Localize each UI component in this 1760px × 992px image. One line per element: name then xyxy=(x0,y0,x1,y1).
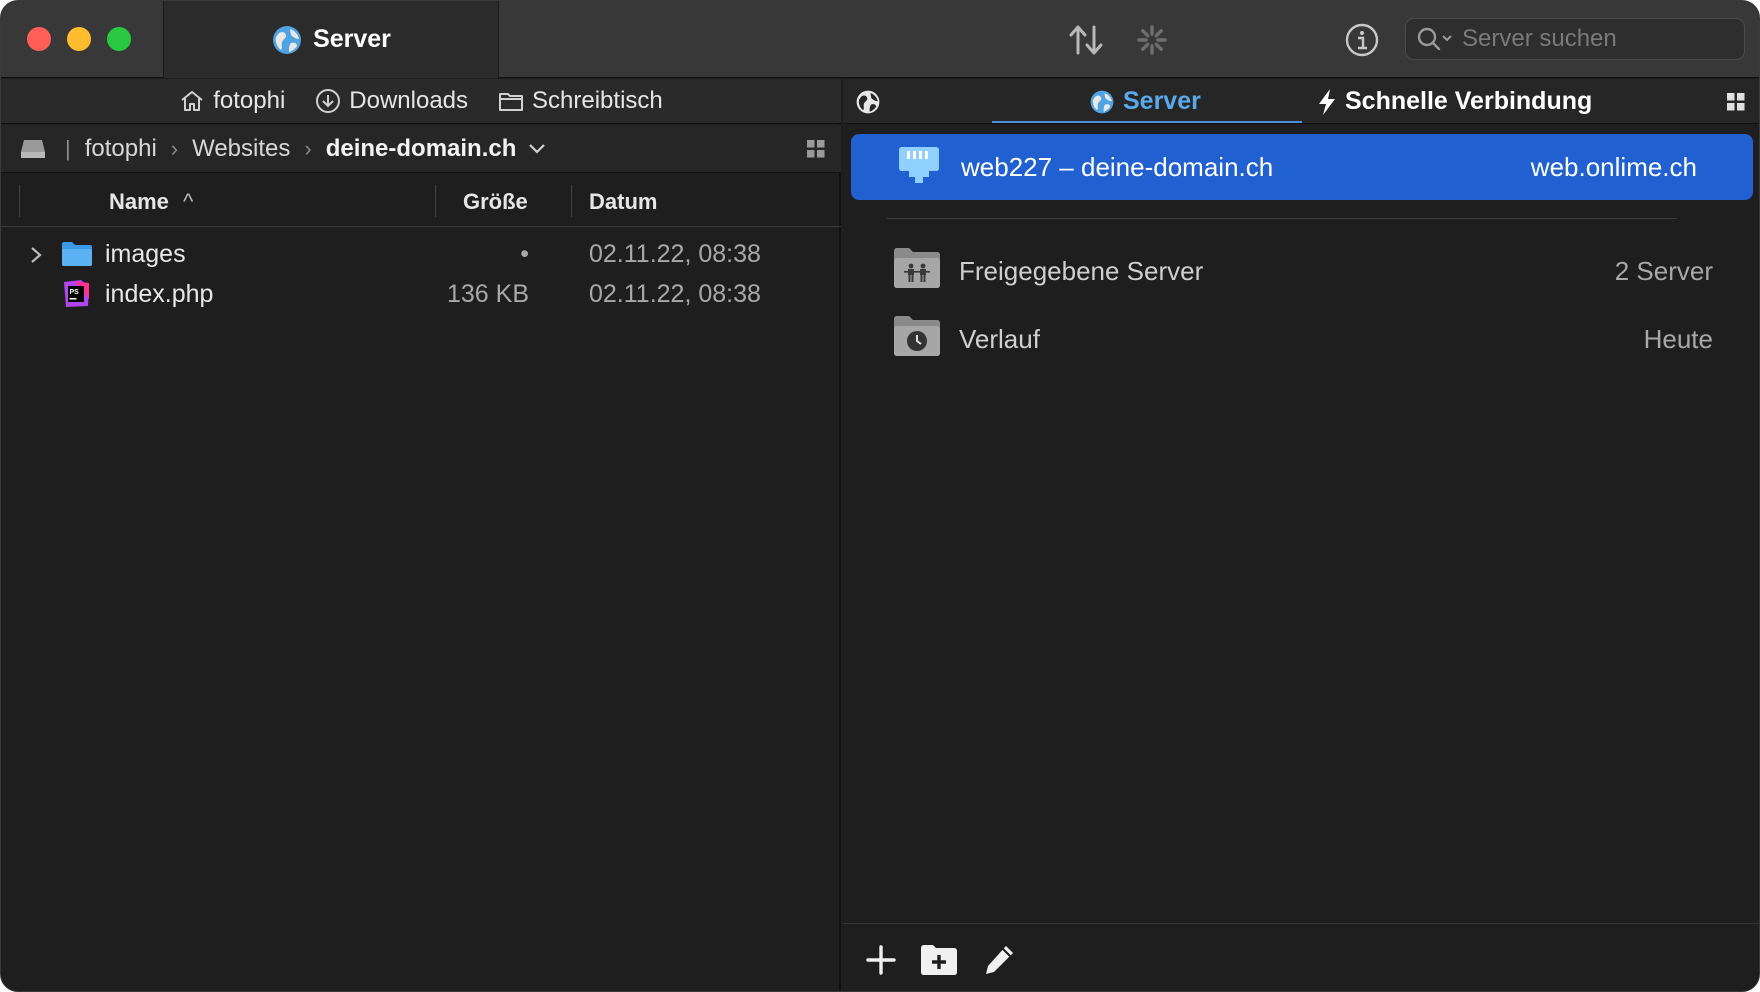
chevron-down-icon[interactable] xyxy=(526,142,548,156)
svg-text:PS: PS xyxy=(70,289,80,296)
shared-folder-icon xyxy=(894,248,940,288)
file-name: images xyxy=(105,240,186,268)
server-item-web227[interactable]: web227 – deine-domain.ch web.onlime.ch xyxy=(851,134,1753,200)
file-date: 02.11.22, 08:38 xyxy=(589,280,761,308)
server-search-field[interactable] xyxy=(1405,18,1745,60)
favorite-schreibtisch[interactable]: Schreibtisch xyxy=(498,87,663,115)
new-folder-icon xyxy=(921,945,957,975)
window-tab-server[interactable]: Server xyxy=(163,1,499,78)
local-browser-pane: fotophi Downloads Schreibtisch | fotophi… xyxy=(1,79,841,991)
info-icon[interactable] xyxy=(1341,19,1383,61)
favorite-label: fotophi xyxy=(213,87,286,114)
search-icon xyxy=(1417,27,1452,51)
globe-icon xyxy=(1090,90,1114,113)
add-server-button[interactable] xyxy=(861,940,901,980)
title-bar: Server xyxy=(1,1,1759,78)
column-divider[interactable] xyxy=(571,185,572,217)
tab-label: Schnelle Verbindung xyxy=(1345,87,1593,115)
phpstorm-file-icon: PS xyxy=(64,280,89,307)
file-row-index-php[interactable]: PS index.php 136 KB 02.11.22, 08:38 xyxy=(1,274,841,314)
grid-view-icon[interactable] xyxy=(807,140,825,158)
disclosure-triangle-icon[interactable] xyxy=(29,246,43,264)
favorite-downloads[interactable]: Downloads xyxy=(315,87,468,115)
sort-ascending-icon: ^ xyxy=(183,189,194,214)
column-name-header[interactable]: Name ^ xyxy=(109,189,193,215)
favorite-label: Schreibtisch xyxy=(532,87,663,114)
close-window-button[interactable] xyxy=(27,27,51,51)
minimize-window-button[interactable] xyxy=(67,27,91,51)
breadcrumb-current[interactable]: deine-domain.ch xyxy=(326,135,517,163)
column-size-header[interactable]: Größe xyxy=(463,189,528,215)
file-size: • xyxy=(520,240,529,268)
tab-server[interactable]: Server xyxy=(1089,79,1201,124)
add-folder-button[interactable] xyxy=(919,940,959,980)
server-host: web.onlime.ch xyxy=(1530,152,1697,182)
grid-view-icon[interactable] xyxy=(1727,93,1745,111)
disk-icon[interactable] xyxy=(19,137,47,161)
breadcrumb: | fotophi › Websites › deine-domain.ch xyxy=(1,125,841,173)
chevron-right-icon: › xyxy=(170,135,179,161)
window-title: Server xyxy=(313,25,391,53)
tab-label: Server xyxy=(1123,87,1201,115)
favorites-bar: fotophi Downloads Schreibtisch xyxy=(1,79,841,124)
group-label: Freigegebene Server xyxy=(959,256,1204,286)
activity-spinner-icon xyxy=(1131,19,1173,61)
favorite-fotophi[interactable]: fotophi xyxy=(179,87,285,115)
history-folder-icon xyxy=(894,316,940,356)
group-count: Heute xyxy=(1643,324,1713,354)
file-size: 136 KB xyxy=(446,280,529,308)
group-label: Verlauf xyxy=(959,324,1040,354)
group-shared-servers[interactable]: Freigegebene Server 2 Server xyxy=(893,243,1713,299)
home-icon xyxy=(181,91,203,111)
plus-icon xyxy=(866,945,896,975)
folder-icon xyxy=(499,93,524,111)
active-tab-indicator xyxy=(992,121,1302,123)
zoom-window-button[interactable] xyxy=(107,27,131,51)
folder-icon xyxy=(62,242,92,266)
server-label: web227 – deine-domain.ch xyxy=(961,152,1274,182)
breadcrumb-item[interactable]: Websites xyxy=(192,135,290,163)
server-actions-bar xyxy=(843,923,1759,991)
server-tabs-bar: Server Schnelle Verbindung xyxy=(843,79,1759,124)
server-pane: Server Schnelle Verbindung web227 – dein… xyxy=(843,79,1759,991)
column-date-header[interactable]: Datum xyxy=(589,189,657,215)
breadcrumb-item[interactable]: fotophi xyxy=(85,135,157,163)
search-input[interactable] xyxy=(1462,25,1722,53)
download-icon xyxy=(316,89,341,113)
edit-server-button[interactable] xyxy=(979,940,1019,980)
file-name: index.php xyxy=(105,280,214,308)
tab-quick-connect[interactable]: Schnelle Verbindung xyxy=(1317,79,1592,124)
chevron-right-icon: › xyxy=(304,135,312,161)
column-divider[interactable] xyxy=(435,185,436,217)
list-divider xyxy=(887,218,1677,219)
breadcrumb-divider: | xyxy=(65,135,71,161)
file-row-images[interactable]: images • 02.11.22, 08:38 xyxy=(1,234,841,274)
globe-icon[interactable] xyxy=(855,89,881,115)
globe-icon xyxy=(273,25,302,54)
column-divider xyxy=(19,185,20,217)
group-history[interactable]: Verlauf Heute xyxy=(893,311,1713,367)
app-window: Server Server suchen fotophi Downloads S… xyxy=(0,0,1760,992)
lightning-bolt-icon xyxy=(1319,88,1335,115)
file-date: 02.11.22, 08:38 xyxy=(589,240,761,268)
group-count: 2 Server xyxy=(1614,256,1713,286)
transfer-arrows-icon[interactable] xyxy=(1065,19,1107,61)
favorite-label: Downloads xyxy=(349,87,469,114)
file-list-header: Name ^ Größe Datum xyxy=(1,175,841,227)
network-port-icon xyxy=(899,147,939,183)
pencil-icon xyxy=(986,946,1013,974)
